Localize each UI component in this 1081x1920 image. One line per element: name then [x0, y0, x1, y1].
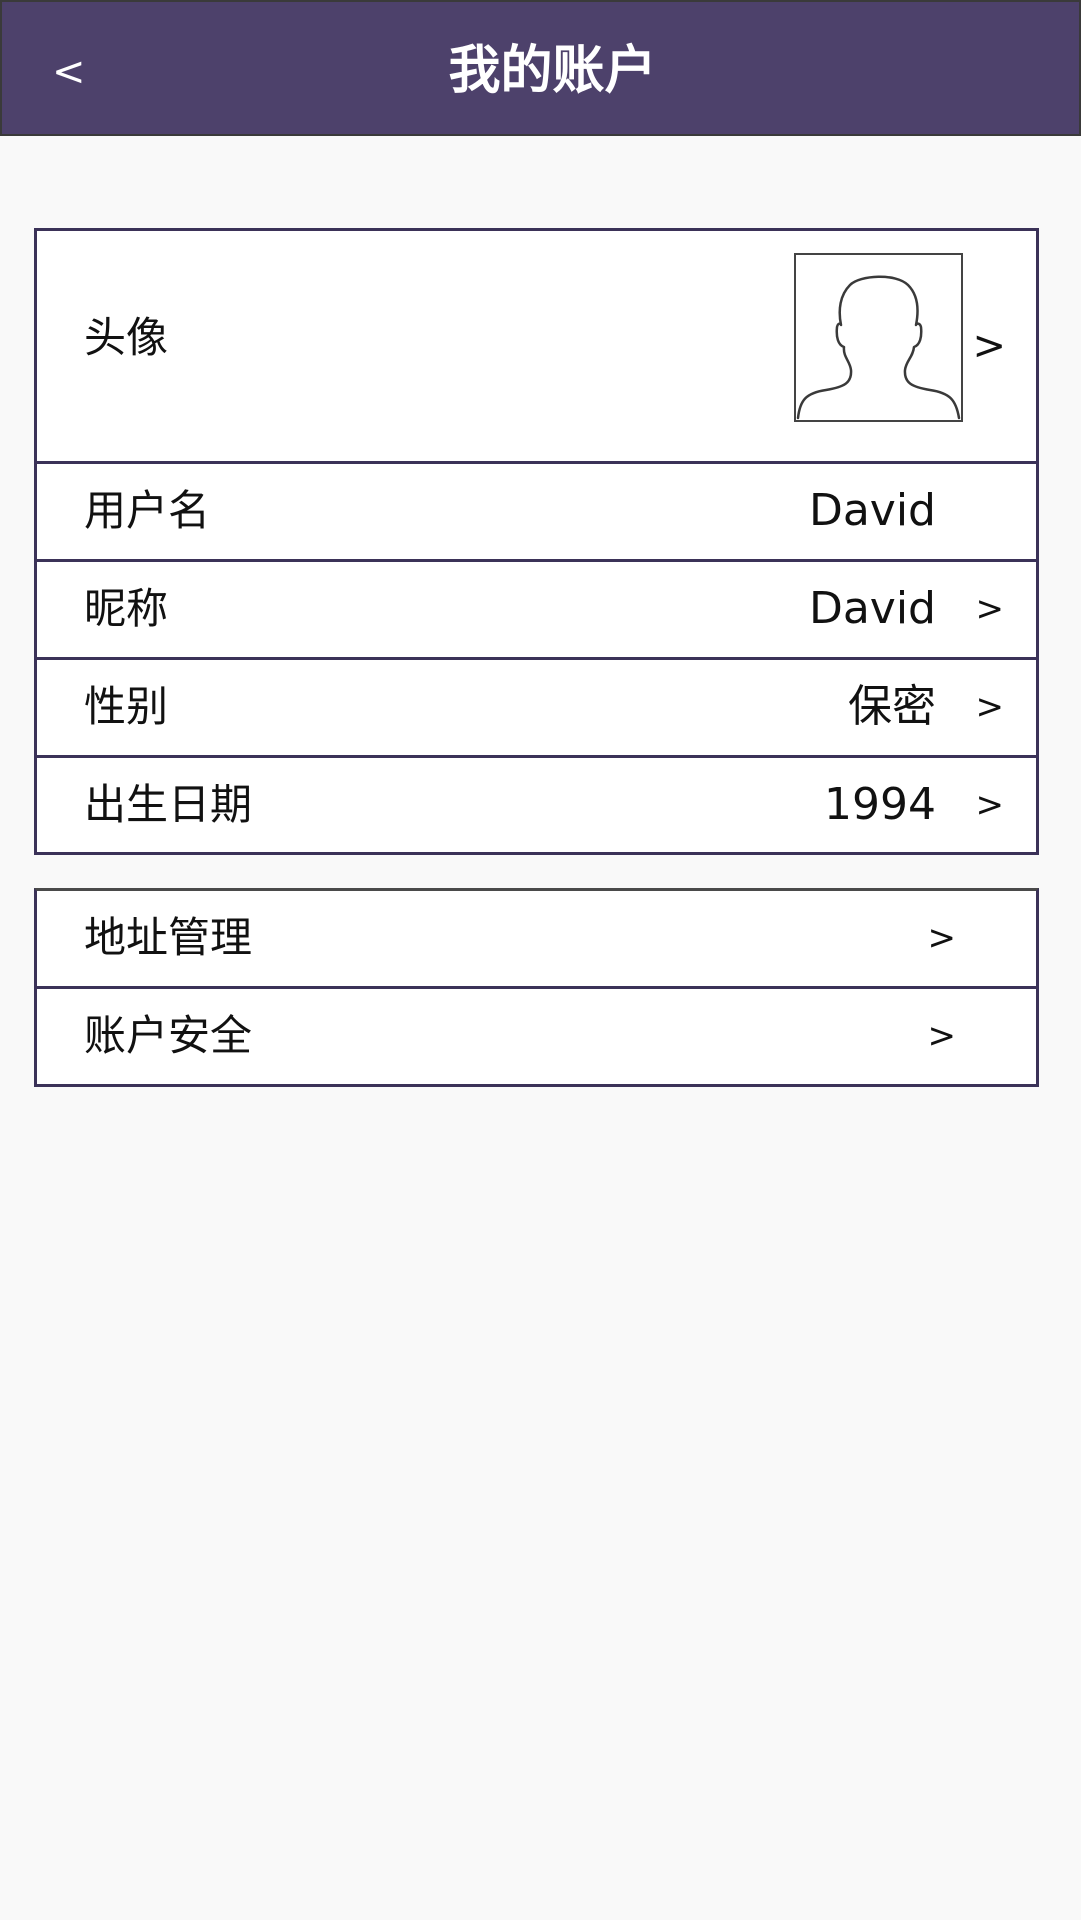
- chevron-right-icon: >: [927, 918, 957, 958]
- nickname-value: David: [808, 583, 936, 634]
- username-value: David: [808, 485, 936, 536]
- chevron-right-icon: >: [975, 785, 1005, 825]
- row-avatar[interactable]: 头像 >: [37, 231, 1036, 464]
- app-header: < 我的账户: [0, 0, 1081, 136]
- nickname-label: 昵称: [84, 584, 169, 633]
- username-label: 用户名: [84, 486, 211, 535]
- row-account-security[interactable]: 账户安全 >: [37, 989, 1036, 1087]
- address-management-label: 地址管理: [84, 913, 253, 962]
- row-birthdate[interactable]: 出生日期 1994 >: [37, 758, 1036, 856]
- gender-label: 性别: [84, 682, 169, 731]
- row-nickname[interactable]: 昵称 David >: [37, 562, 1036, 660]
- chevron-right-icon: >: [975, 687, 1005, 727]
- account-security-label: 账户安全: [84, 1011, 253, 1060]
- row-address-management[interactable]: 地址管理 >: [37, 891, 1036, 989]
- chevron-right-icon: >: [972, 323, 1006, 369]
- settings-section: 地址管理 > 账户安全 >: [34, 888, 1039, 1087]
- avatar[interactable]: [794, 253, 963, 422]
- row-username: 用户名 David: [37, 464, 1036, 562]
- gender-value: 保密: [848, 681, 936, 732]
- page-title: 我的账户: [448, 41, 657, 101]
- profile-section: 头像 > 用户名 David 昵称 David > 性别 保密 > 出生日期 1…: [34, 228, 1039, 855]
- user-silhouette-icon: [796, 275, 961, 420]
- birthdate-value: 1994: [824, 779, 936, 830]
- avatar-label: 头像: [84, 313, 169, 362]
- birthdate-label: 出生日期: [84, 780, 253, 829]
- chevron-right-icon: >: [975, 589, 1005, 629]
- row-gender[interactable]: 性别 保密 >: [37, 660, 1036, 758]
- chevron-right-icon: >: [927, 1016, 957, 1056]
